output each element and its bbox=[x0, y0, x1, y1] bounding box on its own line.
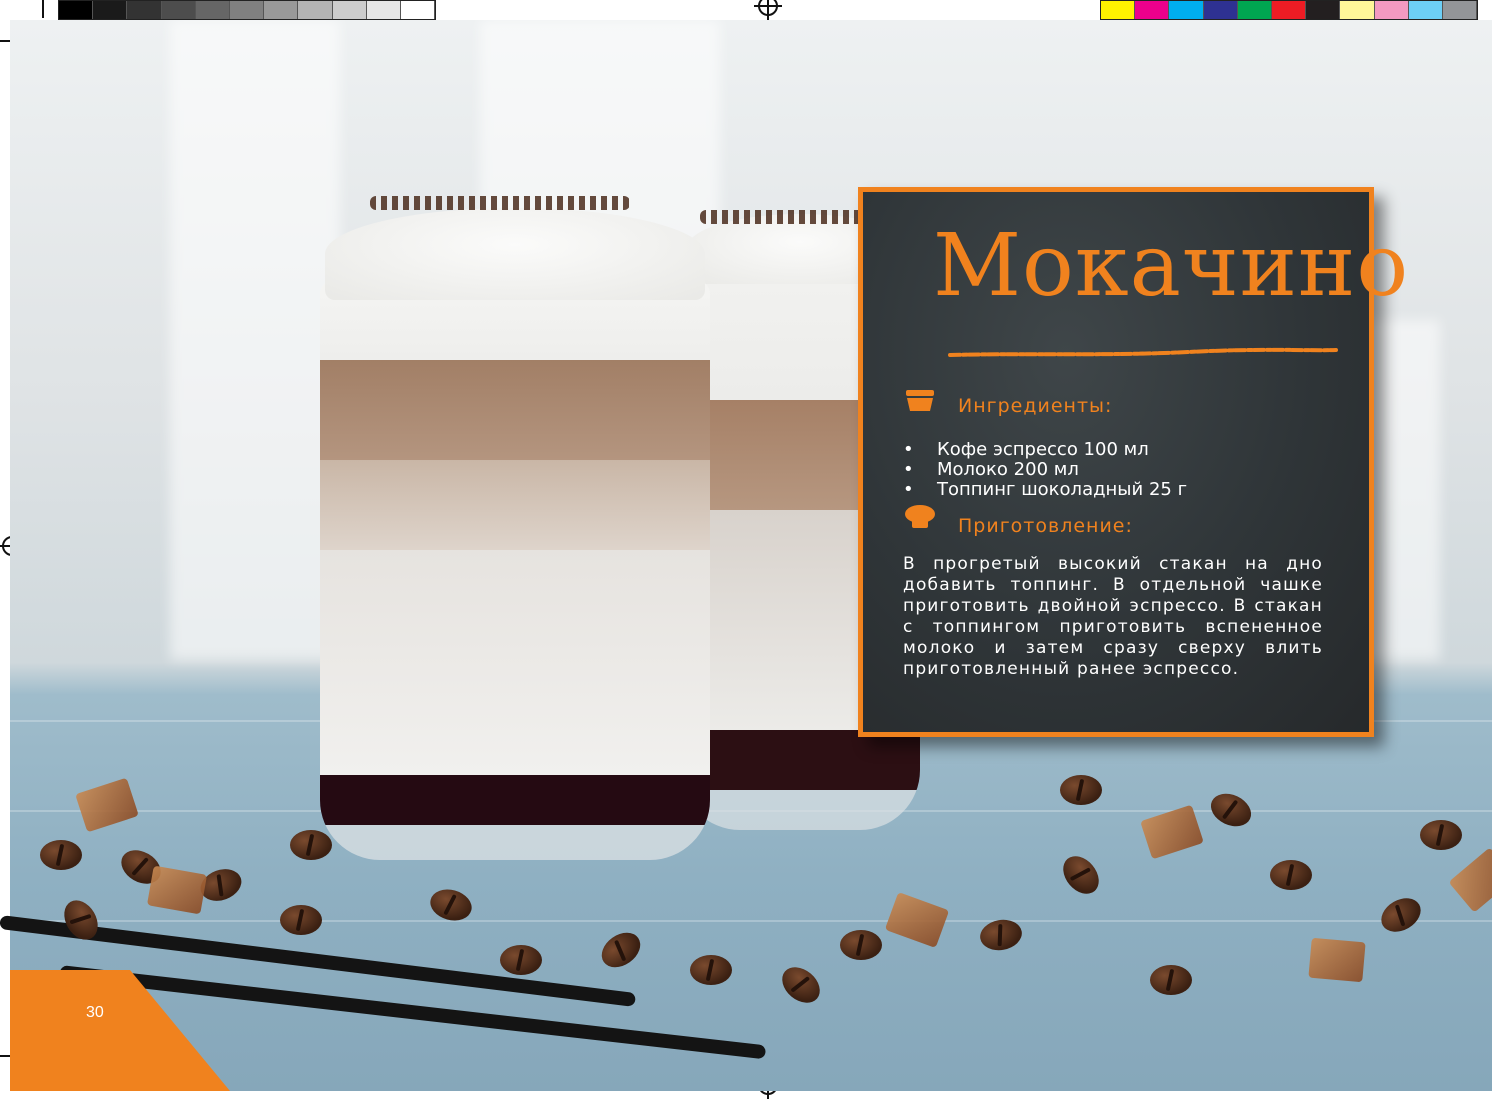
preparation-heading: Приготовление: bbox=[958, 515, 1133, 537]
coffee-bean-image bbox=[290, 830, 332, 860]
registration-mark-top-icon bbox=[754, 0, 782, 20]
ingredients-list: Кофе эспрессо 100 мл Молоко 200 мл Топпи… bbox=[903, 440, 1187, 500]
calibration-swatch bbox=[161, 1, 196, 19]
calibration-swatch bbox=[1271, 1, 1307, 19]
ingredients-heading: Ингредиенты: bbox=[958, 395, 1113, 417]
calibration-swatch bbox=[366, 1, 401, 19]
calibration-swatch bbox=[195, 1, 230, 19]
calibration-swatch bbox=[1442, 1, 1478, 19]
coffee-bean-image bbox=[690, 955, 732, 985]
front-glass-image bbox=[320, 280, 710, 860]
calibration-swatch bbox=[1169, 1, 1204, 19]
calibration-swatch bbox=[1340, 1, 1375, 19]
calibration-swatch bbox=[59, 1, 94, 19]
front-foam-image bbox=[325, 208, 705, 300]
calibration-swatch bbox=[1237, 1, 1272, 19]
calibration-swatch bbox=[93, 1, 128, 19]
coffee-bean-image bbox=[500, 945, 542, 975]
chef-hat-icon bbox=[905, 505, 935, 528]
calibration-swatch bbox=[332, 1, 367, 19]
coffee-bean-image bbox=[40, 840, 82, 870]
list-item: Топпинг шоколадный 25 г bbox=[903, 480, 1187, 500]
recipe-card: Мокачино Ингредиенты: Кофе эспрессо 100 … bbox=[858, 187, 1408, 737]
coffee-bean-image bbox=[1420, 820, 1462, 850]
list-item: Кофе эспрессо 100 мл bbox=[903, 440, 1187, 460]
color-calibration-bar bbox=[1100, 0, 1478, 20]
window-light bbox=[170, 20, 340, 660]
calibration-swatch bbox=[1101, 1, 1136, 19]
calibration-swatch bbox=[298, 1, 333, 19]
coffee-bean-image bbox=[1060, 775, 1102, 805]
calibration-swatch bbox=[1135, 1, 1170, 19]
calibration-swatch bbox=[1408, 1, 1443, 19]
grayscale-calibration-bar bbox=[58, 0, 436, 20]
preparation-instructions: В прогретый высокий стакан на дно добави… bbox=[903, 554, 1323, 679]
page-number: 30 bbox=[86, 1004, 104, 1021]
table-plank bbox=[10, 920, 1492, 922]
coffee-bean-image bbox=[280, 905, 322, 935]
calibration-swatch bbox=[400, 1, 436, 19]
brown-sugar-image bbox=[1308, 937, 1366, 983]
calibration-swatch bbox=[229, 1, 265, 19]
coffee-bean-image bbox=[1270, 860, 1312, 890]
crop-mark bbox=[42, 0, 44, 18]
cocoa-topping-image bbox=[370, 196, 630, 210]
list-item: Молоко 200 мл bbox=[903, 460, 1187, 480]
calibration-swatch bbox=[127, 1, 162, 19]
calibration-swatch bbox=[1203, 1, 1238, 19]
chalk-underline bbox=[948, 347, 1338, 357]
calibration-swatch bbox=[1374, 1, 1409, 19]
coffee-bean-image bbox=[840, 930, 882, 960]
calibration-swatch bbox=[1306, 1, 1341, 19]
calibration-swatch bbox=[264, 1, 299, 19]
coffee-bean-image bbox=[1150, 965, 1192, 995]
basket-icon bbox=[906, 390, 934, 411]
recipe-title: Мокачино bbox=[933, 216, 1410, 316]
